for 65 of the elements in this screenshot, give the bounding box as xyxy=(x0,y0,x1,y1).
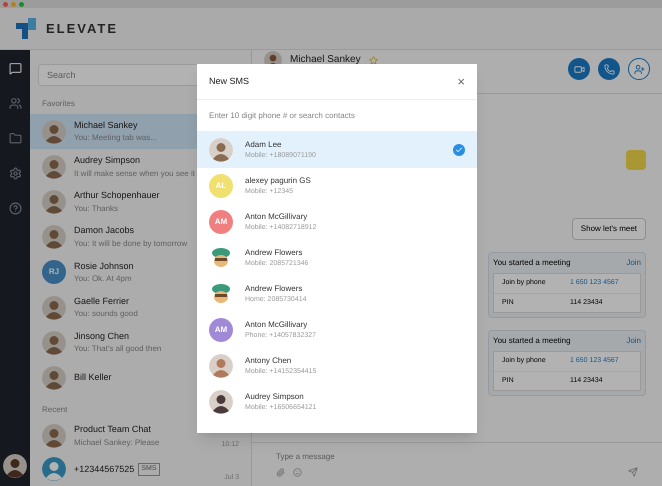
message-field[interactable]: Type a message xyxy=(276,451,638,463)
contact-name: Damon Jacobs xyxy=(74,224,136,238)
contact-name: Jinsong Chen xyxy=(74,330,130,343)
contact-name: Michael Sankey xyxy=(74,118,139,132)
add-person-icon xyxy=(634,64,644,74)
avatar: AM xyxy=(209,318,233,342)
message-preview: Michael Sankey: Please xyxy=(74,436,160,449)
avatar xyxy=(42,330,66,355)
phone-icon xyxy=(604,64,614,74)
meeting-title: You started a meeting xyxy=(493,335,571,347)
check-icon xyxy=(453,144,465,156)
folder-icon[interactable] xyxy=(8,132,22,145)
people-icon[interactable] xyxy=(8,97,22,110)
chat-title: Michael Sankey xyxy=(290,54,361,66)
contact-name: alexey pagurin GS xyxy=(245,174,311,187)
avatar xyxy=(3,454,27,478)
avatar xyxy=(42,120,66,144)
message-preview: You: Meeting tab was... xyxy=(74,132,157,144)
call-button[interactable] xyxy=(598,58,620,80)
avatar: AM xyxy=(209,210,233,234)
brand-name: ELEVATE xyxy=(46,20,118,38)
contact-name: Rosie Johnson xyxy=(74,260,134,273)
avatar xyxy=(42,457,66,482)
message-preview: You: Thanks xyxy=(74,202,120,215)
contact-name: Product Team Chat xyxy=(74,423,151,436)
message-preview: You: Ok. At 4pm xyxy=(74,273,133,286)
settings-icon[interactable] xyxy=(8,167,22,180)
reply-button[interactable]: Show let's meet xyxy=(572,218,646,240)
contact-name: Gaelle Ferrier xyxy=(74,294,130,308)
avatar xyxy=(42,296,66,320)
emoji-icon[interactable] xyxy=(293,468,302,476)
help-icon[interactable] xyxy=(8,202,22,215)
contact-name: Antony Chen xyxy=(245,354,292,367)
contact-name: Andrew Flowers xyxy=(245,246,304,259)
send-icon[interactable] xyxy=(628,467,638,477)
avatar xyxy=(42,225,66,250)
contact-name: Anton McGillivary xyxy=(245,318,308,331)
avatar xyxy=(42,366,66,390)
chat-icon[interactable] xyxy=(8,62,22,75)
avatar: AL xyxy=(209,174,233,198)
message-preview: You: That's all good then xyxy=(74,343,162,356)
contact-name: Bill Keller xyxy=(74,371,112,384)
video-button[interactable] xyxy=(568,58,590,80)
video-icon xyxy=(574,64,584,74)
meeting-title: You started a meeting xyxy=(493,257,571,269)
avatar xyxy=(42,190,66,214)
add-person-button[interactable] xyxy=(628,58,650,80)
avatar xyxy=(42,424,66,448)
contact-name: Anton McGillivary xyxy=(245,210,308,223)
message-preview: You: It will be done by tomorrow xyxy=(74,238,188,250)
sticker-icon xyxy=(626,150,646,170)
message-preview: You: sounds good xyxy=(74,308,138,320)
attach-icon[interactable] xyxy=(276,468,285,476)
logo-icon xyxy=(16,18,38,40)
contact-name: Arthur Schopenhauer xyxy=(74,189,160,202)
message-preview: It will make sense when you see it xyxy=(74,168,195,180)
contact-name: Audrey Simpson xyxy=(245,390,305,403)
avatar xyxy=(42,154,66,179)
close-button[interactable]: × xyxy=(457,72,465,92)
star-icon[interactable] xyxy=(368,56,378,64)
contact-name: +12344567525 xyxy=(74,462,134,476)
contact-name: Audrey Simpson xyxy=(74,154,142,168)
contact-name: Andrew Flowers xyxy=(245,282,304,295)
avatar: RJ xyxy=(42,260,66,284)
section-label: Favorites xyxy=(41,98,76,110)
